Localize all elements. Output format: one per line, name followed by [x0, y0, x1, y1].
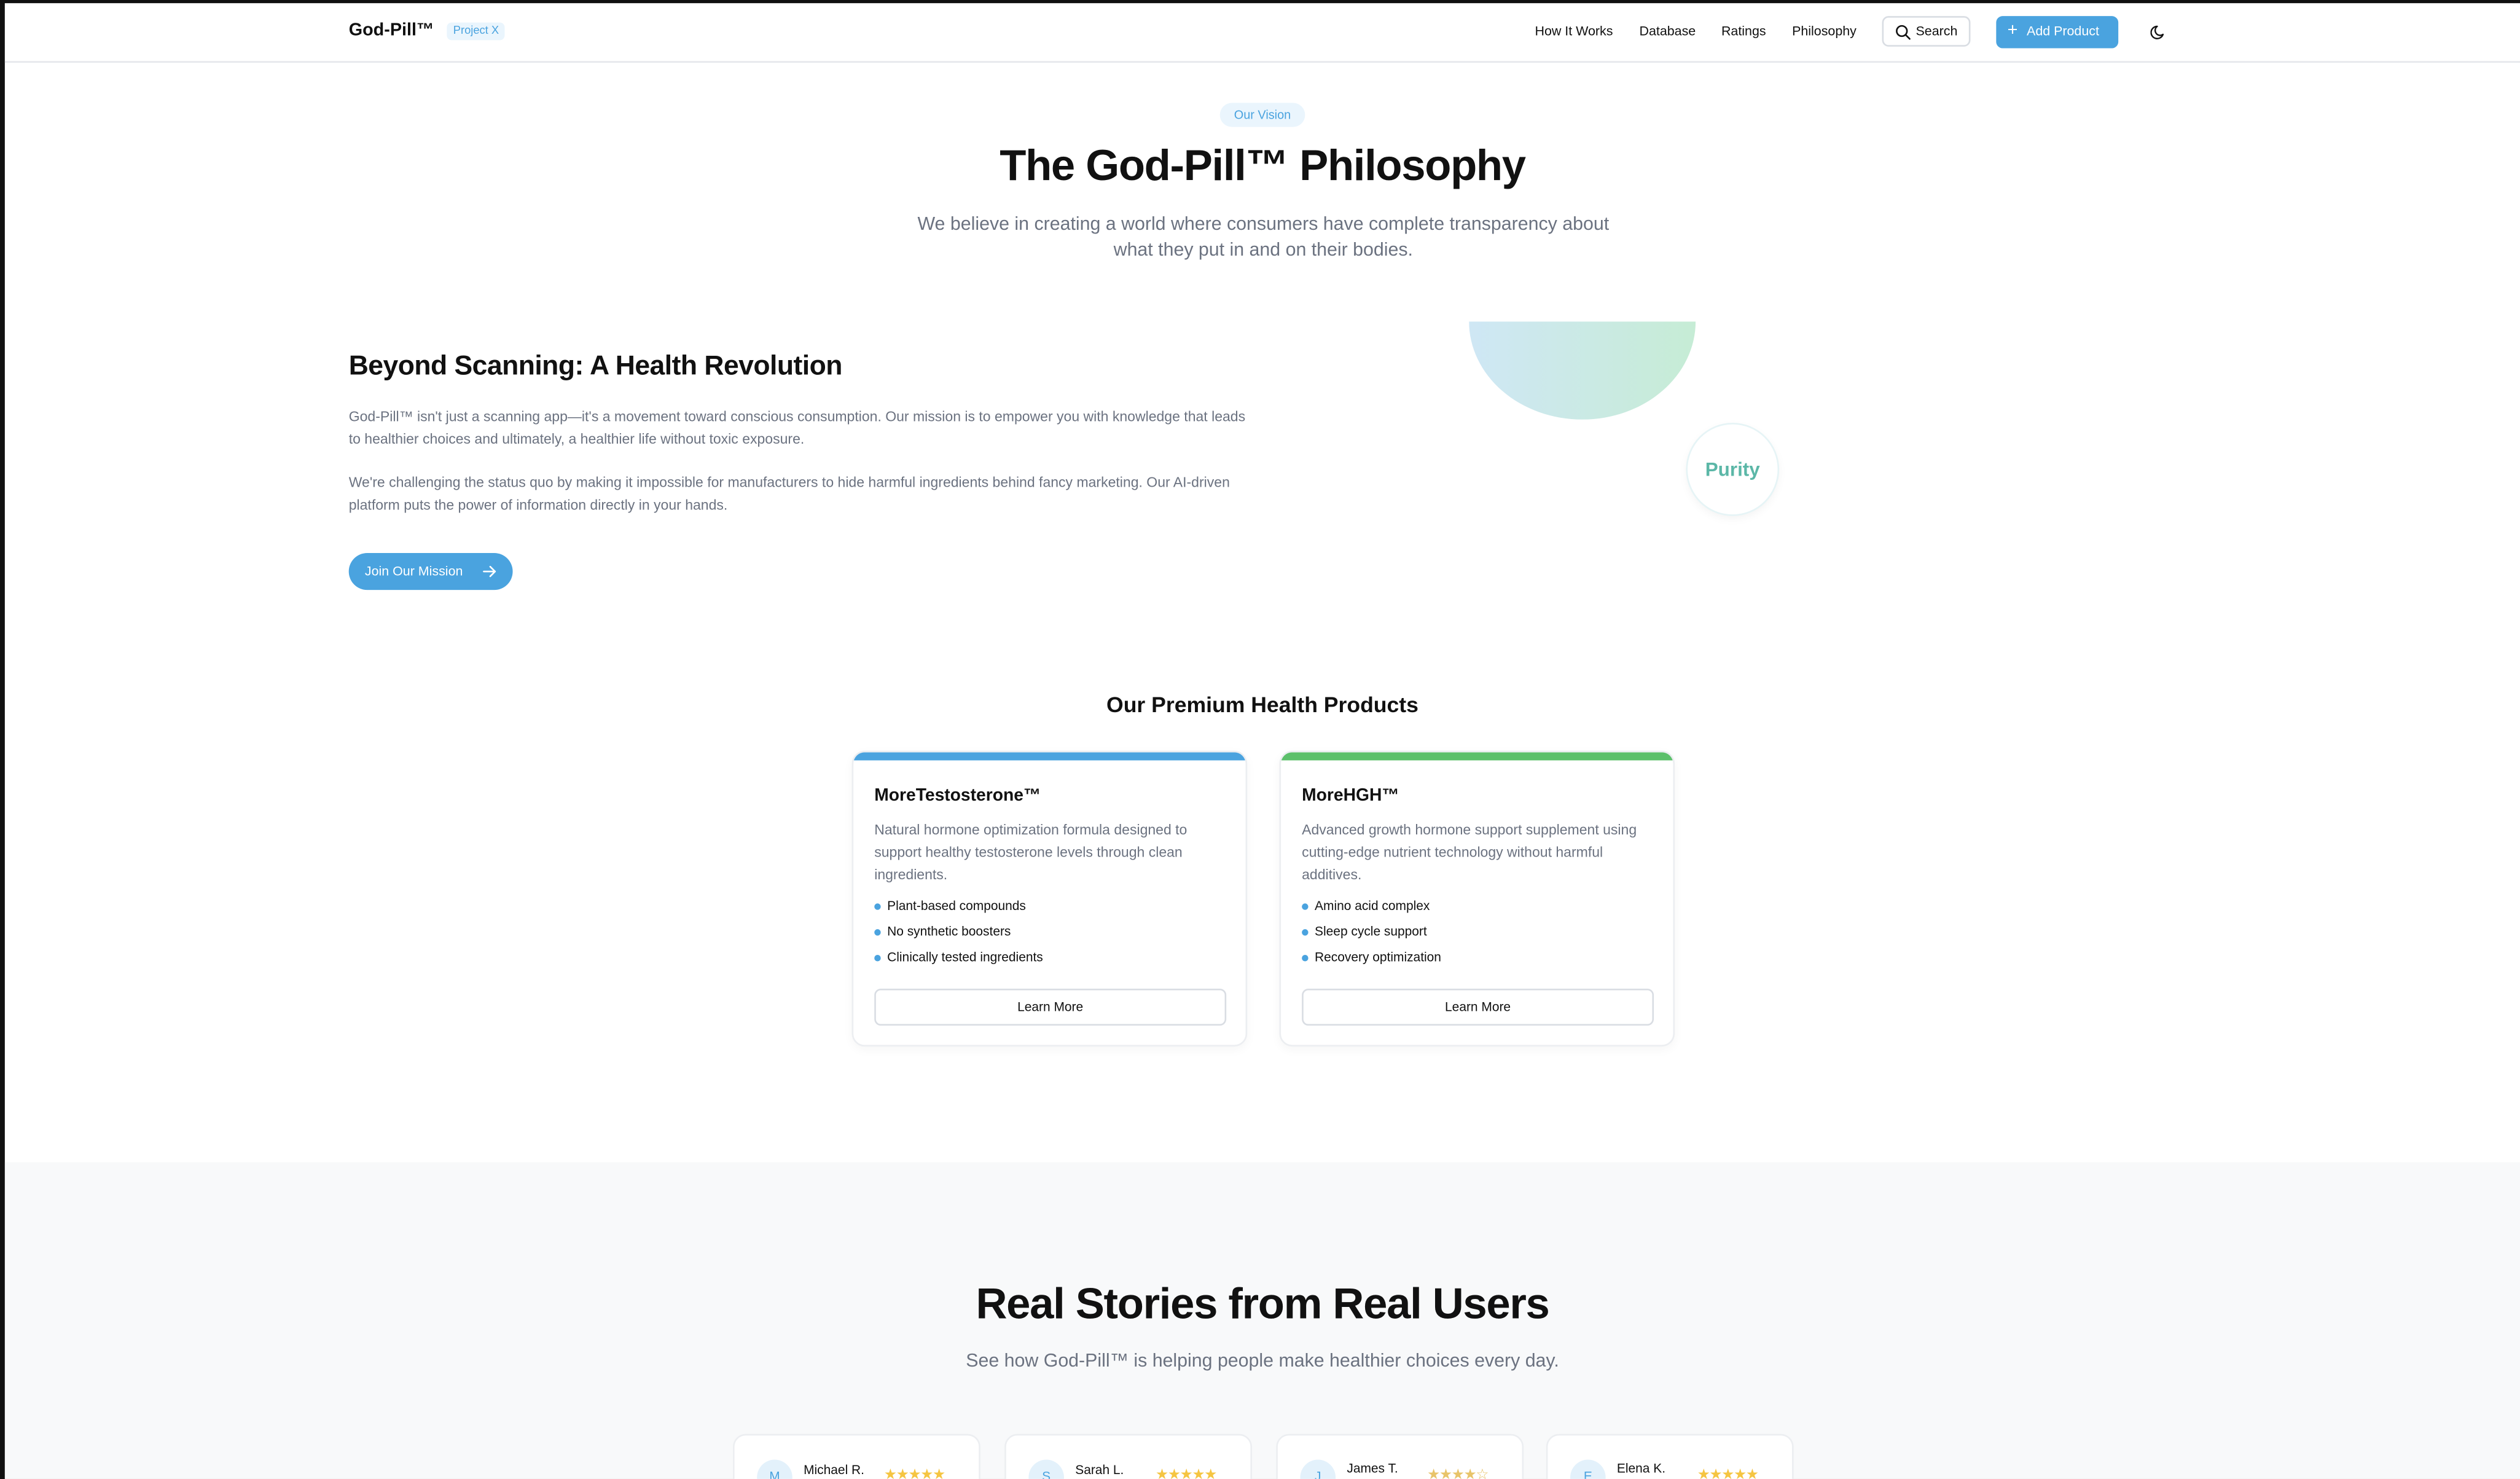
top-navbar: God-Pill™ Project X How It Works Databas…: [4, 3, 2520, 63]
card-accent-bar: [853, 752, 1246, 761]
search-button[interactable]: Search: [1882, 16, 1971, 47]
bullet-dot-icon: [874, 903, 881, 910]
user-name: Sarah L.: [1075, 1462, 1124, 1478]
avatar: S: [1028, 1459, 1064, 1479]
user-name: James T.: [1347, 1461, 1398, 1476]
bullet-dot-icon: [874, 955, 881, 962]
search-icon: [1896, 25, 1911, 40]
avatar: E: [1570, 1459, 1606, 1479]
products-section-title: Our Premium Health Products: [1106, 692, 1418, 717]
avatar: J: [1300, 1459, 1336, 1479]
mission-paragraph-2: We're challenging the status quo by maki…: [348, 474, 1230, 513]
product-description: Natural hormone optimization formula des…: [874, 821, 1188, 883]
star-rating: ★★★★★: [1156, 1465, 1217, 1479]
page-title: The God-Pill™ Philosophy: [1000, 141, 1526, 190]
purity-badge: Purity: [1688, 424, 1778, 515]
nav-database[interactable]: Database: [1640, 24, 1696, 39]
user-name: Elena K.: [1616, 1461, 1666, 1476]
bullet-dot-icon: [874, 929, 881, 936]
feature-text: No synthetic boosters: [887, 924, 1011, 939]
card-accent-bar: [1281, 752, 1673, 761]
product-name: MoreTestosterone™: [874, 786, 1041, 806]
mission-title: Beyond Scanning: A Health Revolution: [348, 350, 843, 382]
feature-text: Recovery optimization: [1315, 950, 1441, 965]
app-window: God-Pill™ Project X How It Works Databas…: [4, 3, 2520, 1479]
feature-text: Plant-based compounds: [887, 898, 1026, 914]
add-product-label: Add Product: [2027, 24, 2099, 39]
bullet-dot-icon: [1302, 929, 1309, 936]
star-rating: ★★★★☆: [1427, 1465, 1489, 1479]
learn-more-button[interactable]: Learn More: [874, 988, 1227, 1026]
plus-icon: +: [2007, 21, 2018, 41]
bullet-dot-icon: [1302, 955, 1309, 962]
testimonial-card[interactable]: J James T. ★★★★☆: [1276, 1434, 1524, 1479]
page-subtitle: We believe in creating a world where con…: [917, 213, 1610, 261]
join-mission-button[interactable]: Join Our Mission: [348, 552, 513, 590]
project-badge: Project X: [447, 22, 506, 41]
join-mission-label: Join Our Mission: [364, 564, 463, 579]
feature-text: Sleep cycle support: [1315, 924, 1427, 939]
nav-philosophy[interactable]: Philosophy: [1792, 24, 1857, 39]
product-card-morehgh: MoreHGH™ Advanced growth hormone support…: [1279, 750, 1675, 1047]
product-card-moretestosterone: MoreTestosterone™ Natural hormone optimi…: [851, 750, 1248, 1047]
search-label: Search: [1915, 24, 1958, 39]
testimonial-card[interactable]: E Elena K. ★★★★★: [1546, 1434, 1794, 1479]
testimonial-card[interactable]: M Michael R. ★★★★★: [732, 1434, 980, 1479]
learn-more-button[interactable]: Learn More: [1302, 988, 1654, 1026]
screen: God-Pill™ Project X How It Works Databas…: [0, 0, 2520, 1479]
decorative-half-circle: [1469, 321, 1696, 420]
vision-tag: Our Vision: [1219, 103, 1305, 127]
mission-paragraph-1: God-Pill™ isn't just a scanning app—it's…: [348, 408, 1246, 447]
product-name: MoreHGH™: [1302, 786, 1399, 806]
star-rating: ★★★★★: [1697, 1465, 1759, 1479]
testimonial-card[interactable]: S Sarah L. ★★★★★: [1004, 1434, 1253, 1479]
nav-how-it-works[interactable]: How It Works: [1535, 24, 1613, 39]
feature-text: Amino acid complex: [1315, 898, 1430, 914]
arrow-right-icon: [483, 565, 496, 578]
brand-logo[interactable]: God-Pill™: [349, 21, 434, 40]
user-name: Michael R.: [804, 1462, 864, 1478]
avatar: M: [757, 1459, 792, 1479]
stories-subtitle: See how God-Pill™ is helping people make…: [966, 1350, 1559, 1371]
nav-ratings[interactable]: Ratings: [1721, 24, 1766, 39]
star-rating: ★★★★★: [883, 1465, 945, 1479]
bullet-dot-icon: [1302, 903, 1309, 910]
feature-text: Clinically tested ingredients: [887, 950, 1043, 965]
stories-title: Real Stories from Real Users: [976, 1279, 1549, 1328]
moon-icon[interactable]: [2150, 24, 2166, 40]
add-product-button[interactable]: + Add Product: [1996, 16, 2119, 49]
product-description: Advanced growth hormone support suppleme…: [1302, 821, 1637, 883]
